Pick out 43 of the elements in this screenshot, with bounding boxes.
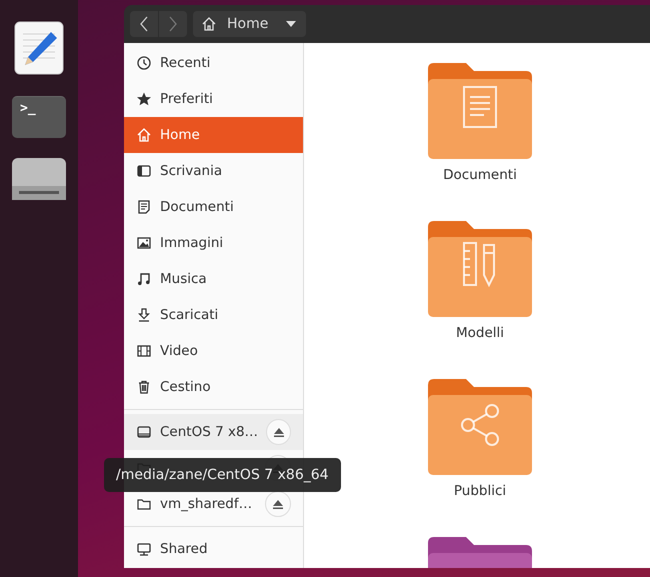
folder-name[interactable]: Documenti [443, 167, 517, 183]
clock-icon [136, 55, 152, 71]
eject-icon [274, 428, 284, 436]
download-icon [136, 307, 152, 323]
sidebar-item[interactable]: Video [124, 333, 303, 369]
star-icon [136, 91, 152, 107]
film-icon [136, 343, 152, 359]
sidebar-item[interactable]: CentOS 7 x8… [124, 414, 303, 450]
document-icon [136, 199, 152, 215]
sidebar-item[interactable]: Cestino [124, 369, 303, 405]
music-note-icon [136, 271, 152, 287]
share-folder-icon[interactable] [426, 377, 534, 477]
drive-icon [136, 424, 152, 440]
drive-icon[interactable] [12, 158, 66, 202]
folder-name[interactable]: Modelli [456, 325, 504, 341]
network-icon [136, 541, 152, 557]
ruler-pencil-folder-icon[interactable] [426, 219, 534, 319]
chevron-left-icon [139, 16, 149, 32]
sidebar-item[interactable]: Scrivania [124, 153, 303, 189]
trash-icon [136, 379, 152, 395]
caret-icon [286, 21, 296, 27]
eject-button[interactable] [265, 491, 291, 517]
tooltip: /media/zane/CentOS 7 x86_64 [104, 458, 341, 492]
desktop-icon [136, 163, 152, 179]
back-button[interactable] [130, 11, 158, 37]
location-button[interactable]: Home [193, 11, 306, 37]
chevron-right-icon [168, 16, 178, 32]
sidebar-item[interactable]: Recenti [124, 45, 303, 81]
home-icon [136, 127, 152, 143]
sidebar-item[interactable]: Shared [124, 531, 303, 567]
eject-button[interactable] [266, 419, 291, 445]
document-folder-icon[interactable] [426, 61, 534, 161]
sidebar-item[interactable]: Musica [124, 261, 303, 297]
folder-name[interactable]: Pubblici [454, 483, 506, 499]
terminal-button[interactable]: >_ [12, 96, 66, 138]
eject-icon [273, 500, 283, 508]
sidebar-item[interactable]: Home [124, 117, 303, 153]
sidebar-item[interactable]: Documenti [124, 189, 303, 225]
sidebar-item[interactable]: Immagini [124, 225, 303, 261]
sidebar-item[interactable]: Scaricati [124, 297, 303, 333]
sidebar-item[interactable]: Preferiti [124, 81, 303, 117]
image-icon [136, 235, 152, 251]
home-icon [201, 16, 217, 32]
